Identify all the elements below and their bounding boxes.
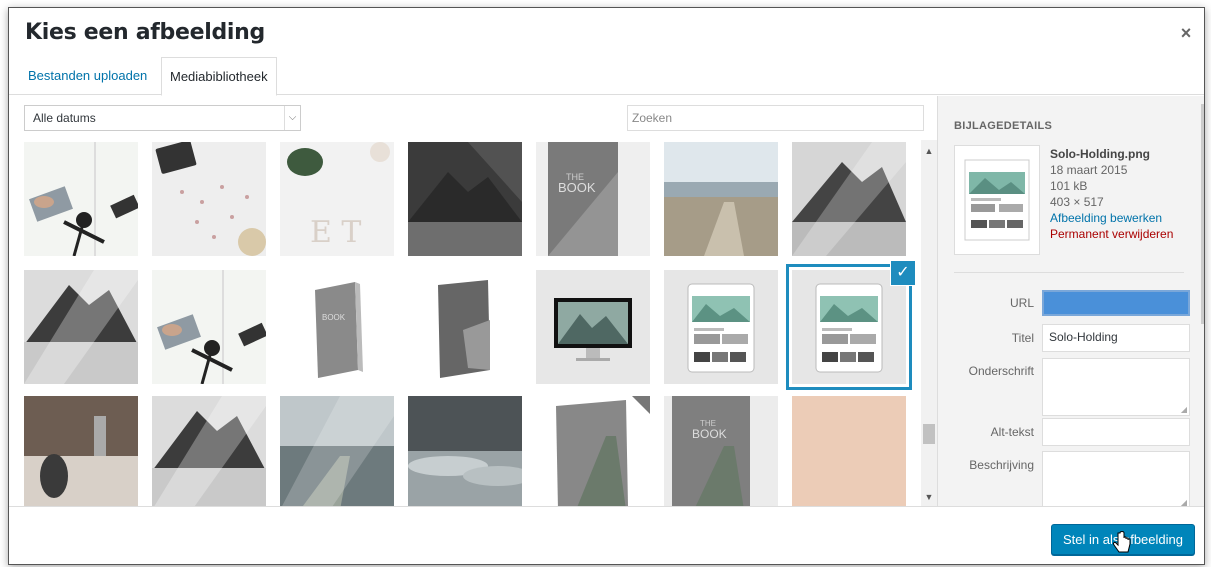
edit-image-link[interactable]: Afbeelding bewerken [1050, 210, 1173, 226]
close-icon[interactable]: × [1176, 23, 1196, 43]
grid-scrollbar[interactable]: ▲ ▼ [921, 140, 937, 506]
attachment-thumbnail[interactable] [280, 396, 394, 506]
divider [954, 272, 1184, 273]
scroll-down-icon[interactable]: ▼ [921, 490, 937, 504]
attachment-thumbnail[interactable] [664, 270, 778, 384]
title-field[interactable]: Solo-Holding [1042, 324, 1190, 352]
attachment-thumbnail[interactable] [536, 396, 650, 506]
url-label: URL [1009, 296, 1034, 310]
hand-cursor-icon [1112, 531, 1131, 553]
attachment-thumbnail[interactable] [536, 270, 650, 384]
details-heading: BIJLAGEDETAILS [954, 120, 1053, 132]
attachment-details-sidebar: BIJLAGEDETAILS Solo-Holding.png 18 maart… [937, 96, 1204, 509]
media-modal: Kies een afbeelding × Bestanden uploaden… [8, 7, 1205, 565]
attachment-thumbnail[interactable] [792, 270, 906, 384]
title-label: Titel [1011, 331, 1034, 345]
caption-field[interactable]: ◢ [1042, 358, 1190, 416]
tab-media-library[interactable]: Mediabibliotheek [161, 57, 277, 96]
media-browser: Alle datums ⌵ Zoeken E T THE BOOK BOOK THE BO… [9, 96, 937, 506]
svg-text:BOOK: BOOK [692, 427, 727, 441]
details-meta: Solo-Holding.png 18 maart 2015 101 kB 40… [1050, 146, 1173, 242]
scroll-up-icon[interactable]: ▲ [921, 144, 937, 158]
attachment-thumbnail[interactable] [664, 142, 778, 256]
attachment-thumbnail[interactable] [24, 270, 138, 384]
attachment-thumbnail[interactable] [792, 142, 906, 256]
attachment-thumbnail[interactable] [792, 396, 906, 506]
attachment-thumbnail[interactable] [152, 270, 266, 384]
modal-toolbar: Stel in als afbeelding [9, 506, 1204, 564]
date-filter-value: Alle datums [33, 111, 96, 125]
alt-text-label: Alt-tekst [990, 425, 1034, 439]
url-field[interactable] [1042, 290, 1190, 316]
description-label: Beschrijving [969, 458, 1034, 472]
attachment-thumbnail[interactable]: THE BOOK [536, 142, 650, 256]
description-field[interactable]: ◢ [1042, 451, 1190, 509]
attachment-thumbnail[interactable] [408, 396, 522, 506]
details-size: 101 kB [1050, 179, 1088, 193]
chevron-down-icon: ⌵ [284, 106, 300, 130]
attachment-thumbnail[interactable] [408, 270, 522, 384]
search-input[interactable]: Zoeken [627, 105, 924, 131]
resize-handle-icon[interactable]: ◢ [1181, 405, 1187, 414]
scrollbar-thumb[interactable] [923, 424, 935, 444]
attachment-thumbnail[interactable] [152, 396, 266, 506]
attachment-thumbnail[interactable] [408, 142, 522, 256]
svg-text:BOOK: BOOK [558, 180, 596, 195]
attachment-thumbnail[interactable]: E T [280, 142, 394, 256]
sidebar-scrollbar[interactable] [1201, 104, 1204, 324]
date-filter-select[interactable]: Alle datums ⌵ [24, 105, 301, 131]
attachment-thumbnail[interactable] [24, 396, 138, 506]
attachment-thumbnail[interactable]: BOOK [280, 270, 394, 384]
details-thumbnail [954, 145, 1040, 255]
attachment-thumbnail[interactable] [152, 142, 266, 256]
details-date: 18 maart 2015 [1050, 163, 1128, 177]
details-dimensions: 403 × 517 [1050, 195, 1104, 209]
delete-permanently-link[interactable]: Permanent verwijderen [1050, 226, 1173, 242]
selected-check-icon[interactable]: ✓ [891, 261, 915, 285]
svg-text:BOOK: BOOK [322, 313, 346, 322]
caption-label: Onderschrift [968, 364, 1034, 378]
tab-bar: Bestanden uploaden Mediabibliotheek [9, 57, 1204, 96]
alt-text-field[interactable] [1042, 418, 1190, 446]
attachment-thumbnail[interactable]: THE BOOK [664, 396, 778, 506]
attachment-thumbnail[interactable] [24, 142, 138, 256]
modal-title: Kies een afbeelding [25, 20, 265, 45]
details-filename: Solo-Holding.png [1050, 147, 1150, 161]
tab-upload-files[interactable]: Bestanden uploaden [20, 57, 155, 95]
svg-text:E T: E T [310, 215, 361, 250]
attachments-grid: E T THE BOOK BOOK THE BOOK [9, 140, 937, 506]
